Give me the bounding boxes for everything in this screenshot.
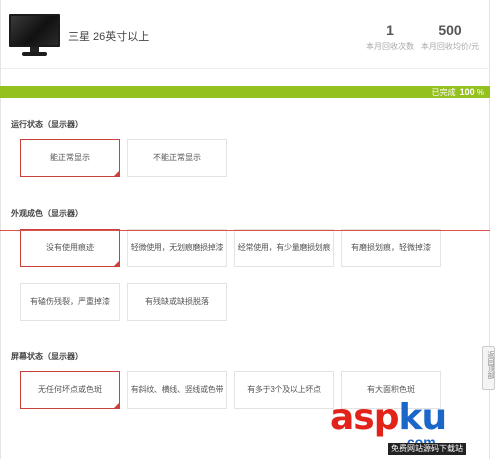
progress-percent: 100 (459, 87, 475, 97)
progress-label: 已完成 (431, 88, 456, 97)
watermark-letter: p (373, 397, 400, 438)
option-no-usage-marks[interactable]: 没有使用痕迹 (20, 229, 120, 267)
option-label: 有多于3个及以上坏点 (247, 385, 321, 394)
watermark-letter: a (330, 397, 354, 438)
monitor-product-image (9, 14, 60, 56)
option-label: 不能正常显示 (153, 153, 201, 162)
option-label: 有磨损划痕，轻微掉漆 (351, 243, 431, 252)
annotation-red-line (0, 230, 490, 231)
progress-bar: 已完成 100 % (0, 86, 490, 98)
back-to-top-tab[interactable]: 返回顶部 (482, 346, 495, 390)
product-header: 三星 26英寸以上 1 本月回收次数 500 本月回收均价/元 (0, 0, 490, 68)
option-label: 有磕伤残裂，严重掉漆 (30, 297, 110, 306)
option-frequent-use[interactable]: 经常使用，有少量磨损划痕 (234, 229, 334, 267)
avg-price-value: 500 (438, 22, 462, 38)
watermark-tagline: 免费网站源码下载站 (388, 443, 466, 455)
option-lines-bands[interactable]: 有斜纹、横线、竖线或色带 (127, 371, 227, 409)
option-light-use[interactable]: 轻微使用，无划痕磨损掉漆 (127, 229, 227, 267)
avg-price-stat: 500 本月回收均价/元 (419, 22, 481, 52)
option-three-plus-dead-pixels[interactable]: 有多于3个及以上坏点 (234, 371, 334, 409)
option-label: 有大面积色斑 (367, 385, 415, 394)
option-dented-cracked[interactable]: 有磕伤残裂，严重掉漆 (20, 283, 120, 321)
section-title-running-state: 运行状态（显示器） (11, 120, 83, 129)
watermark-letter: k (398, 397, 423, 438)
recycle-count-stat: 1 本月回收次数 (363, 22, 417, 52)
section-title-screen-state: 屏幕状态（显示器） (11, 352, 83, 361)
option-missing-parts[interactable]: 有残缺或缺损脱落 (127, 283, 227, 321)
option-label: 无任何坏点或色斑 (38, 385, 102, 394)
avg-price-label: 本月回收均价/元 (420, 42, 480, 51)
option-worn-scratched[interactable]: 有磨损划痕，轻微掉漆 (341, 229, 441, 267)
watermark-letter: u (421, 397, 447, 438)
recycle-count-value: 1 (386, 22, 394, 38)
header-divider (0, 68, 490, 69)
back-to-top-label: 返回顶部 (487, 351, 494, 379)
watermark-letter: s (353, 397, 374, 438)
option-cannot-display[interactable]: 不能正常显示 (127, 139, 227, 177)
option-label: 有残缺或缺损脱落 (145, 297, 209, 306)
selected-corner-icon (114, 261, 119, 266)
option-label: 经常使用，有少量磨损划痕 (237, 243, 331, 252)
progress-percent-symbol: % (476, 88, 484, 97)
section-title-appearance: 外观成色（显示器） (11, 209, 83, 218)
product-name: 三星 26英寸以上 (68, 31, 150, 43)
recycle-count-label: 本月回收次数 (366, 42, 414, 51)
selected-corner-icon (114, 171, 119, 176)
watermark-logo-text: aspku (330, 397, 447, 438)
progress-fill (0, 86, 490, 98)
selected-corner-icon (114, 403, 119, 408)
option-label: 轻微使用，无划痕磨损掉漆 (130, 243, 224, 252)
progress-text: 已完成 100 % (432, 86, 484, 98)
site-watermark: aspku .com 免费网站源码下载站 (330, 398, 500, 459)
option-displays-normally[interactable]: 能正常显示 (20, 139, 120, 177)
option-no-dead-pixels[interactable]: 无任何坏点或色斑 (20, 371, 120, 409)
option-label: 能正常显示 (50, 153, 90, 162)
monitor-base (22, 52, 47, 56)
option-label: 没有使用痕迹 (46, 243, 94, 252)
monitor-screen (9, 14, 60, 47)
option-label: 有斜纹、横线、竖线或色带 (130, 385, 224, 394)
